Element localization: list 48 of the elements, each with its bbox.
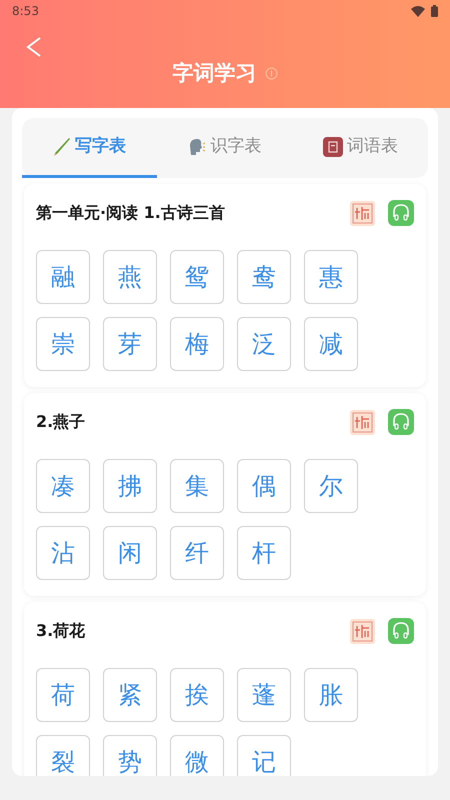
lesson-title: 3.荷花 <box>36 620 86 642</box>
book-icon <box>322 136 343 156</box>
character-tile[interactable]: 梅 <box>170 317 224 371</box>
character-tile[interactable]: 挨 <box>170 668 224 722</box>
page-title: 字词学习 <box>172 60 256 87</box>
character-tile[interactable]: 鸯 <box>237 250 291 304</box>
character-tile[interactable]: 泛 <box>237 317 291 371</box>
pencil-icon <box>53 136 72 156</box>
character-tile[interactable]: 惠 <box>304 250 358 304</box>
copybook-icon[interactable] <box>350 200 375 226</box>
battery-icon <box>431 5 438 17</box>
character-tile[interactable]: 闲 <box>103 526 157 580</box>
character-tile[interactable]: 胀 <box>304 668 358 722</box>
tab[interactable]: 识字表 <box>157 118 293 178</box>
character-tile[interactable]: 荷 <box>36 668 90 722</box>
character-tile[interactable]: 凑 <box>36 459 90 513</box>
character-tile[interactable]: 集 <box>170 459 224 513</box>
character-tile[interactable]: 微 <box>170 735 224 776</box>
copybook-icon[interactable] <box>350 618 375 644</box>
copybook-icon[interactable] <box>350 410 375 434</box>
character-tile[interactable]: 势 <box>103 735 157 776</box>
character-tile[interactable]: 沾 <box>36 526 90 580</box>
character-tile[interactable]: 尔 <box>304 459 358 513</box>
wifi-icon <box>411 6 425 16</box>
character-tile[interactable]: 杆 <box>237 526 291 580</box>
tab[interactable]: 词语表 <box>292 118 428 178</box>
character-tile[interactable]: 记 <box>237 735 291 776</box>
character-tile[interactable]: 鸳 <box>170 250 224 304</box>
character-tile[interactable]: 紧 <box>103 668 157 722</box>
speaking-head-icon <box>188 138 206 156</box>
character-tile[interactable]: 融 <box>36 250 90 304</box>
character-tile[interactable]: 蓬 <box>237 668 291 722</box>
info-icon[interactable] <box>264 67 278 80</box>
character-tile[interactable]: 纤 <box>170 526 224 580</box>
headphones-icon[interactable] <box>388 618 414 644</box>
status-time: 8:53 <box>12 3 39 20</box>
headphones-icon[interactable] <box>388 200 414 226</box>
character-tile[interactable]: 燕 <box>103 250 157 304</box>
lesson-title: 2.燕子 <box>36 411 86 433</box>
lesson-title: 第一单元·阅读 1.古诗三首 <box>36 202 226 224</box>
character-tile[interactable]: 芽 <box>103 317 157 371</box>
character-tile[interactable]: 崇 <box>36 317 90 371</box>
character-tile[interactable]: 减 <box>304 317 358 371</box>
character-tile[interactable]: 裂 <box>36 735 90 776</box>
character-tile[interactable]: 拂 <box>103 459 157 513</box>
character-tile[interactable]: 偶 <box>237 459 291 513</box>
tab[interactable]: 写字表 <box>22 118 158 178</box>
headphones-icon[interactable] <box>388 409 414 435</box>
